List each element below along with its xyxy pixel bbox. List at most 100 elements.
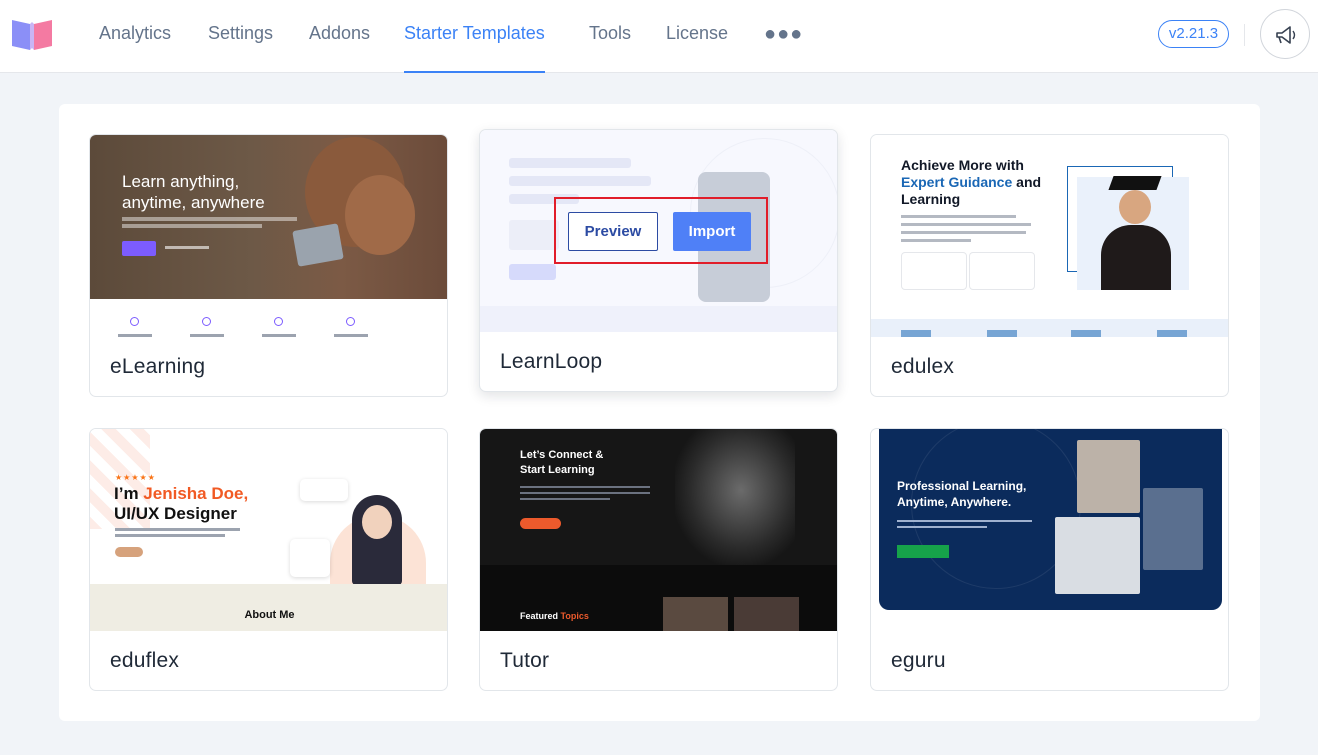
preview-button[interactable]: Preview [568, 212, 658, 251]
template-title: edulex [891, 355, 955, 378]
template-card-eguru[interactable]: Professional Learning, Anytime, Anywhere… [870, 428, 1229, 691]
about-section [90, 584, 447, 631]
nav-settings[interactable]: Settings [208, 0, 273, 73]
template-thumbnail[interactable]: Learn anything, anytime, anywhere [90, 135, 447, 337]
stat-value [1071, 330, 1101, 337]
featured-prefix: Featured [520, 611, 561, 621]
info-card [969, 252, 1035, 290]
stat-pill [300, 479, 348, 501]
blurred-button [509, 264, 556, 280]
thumbnail-text-line [901, 231, 1026, 234]
feature-icon [274, 317, 283, 326]
template-card-eduflex[interactable]: ★★★★★ I’m Jenisha Doe, UI/UX Designer Ab… [89, 428, 448, 691]
graduation-cap [1108, 176, 1162, 190]
rating-stars: ★★★★★ [115, 473, 156, 482]
feature-label [262, 334, 296, 337]
stat-value [901, 330, 931, 337]
headline-part: I’m [114, 484, 144, 503]
nav-tools[interactable]: Tools [589, 0, 631, 73]
feature-label [118, 334, 152, 337]
nav-addons[interactable]: Addons [309, 0, 370, 73]
template-thumbnail[interactable]: Professional Learning, Anytime, Anywhere… [871, 429, 1228, 631]
headline-part: UI/UX Designer [114, 504, 237, 523]
feature-icon [130, 317, 139, 326]
template-title: eduflex [110, 649, 180, 672]
portrait-face [362, 505, 392, 539]
thumbnail-text-line [115, 534, 225, 537]
thumbnail-cta-secondary [165, 246, 209, 249]
thumbnail-headline: Learn anything, anytime, anywhere [122, 172, 265, 212]
stat-value [1157, 330, 1187, 337]
topic-photo [734, 597, 799, 631]
template-card-learnloop[interactable]: Preview Import LearnLoop [479, 129, 838, 392]
megaphone-icon [1276, 26, 1296, 44]
thumbnail-text-line [122, 224, 262, 228]
feature-icon [202, 317, 211, 326]
templates-panel: Learn anything, anytime, anywhere eLearn… [59, 104, 1260, 721]
thumbnail-headline: I’m Jenisha Doe, UI/UX Designer [114, 484, 248, 524]
template-title: LearnLoop [500, 350, 603, 373]
feature-icon [346, 317, 355, 326]
info-card [901, 252, 967, 290]
blurred-line [509, 158, 631, 168]
blurred-line [509, 176, 651, 186]
collage-photo [1143, 488, 1203, 570]
template-thumbnail[interactable]: Preview Import [480, 130, 837, 332]
thumbnail-text-line [901, 223, 1031, 226]
graduate-figure [1101, 225, 1171, 290]
feature-label [190, 334, 224, 337]
headline-part: Achieve More with [901, 157, 1024, 173]
collage-photo [1077, 440, 1140, 513]
blurred-strip [480, 306, 837, 332]
headline-accent: Expert Guidance [901, 174, 1013, 190]
avatar-group [115, 547, 143, 557]
headline-accent: Jenisha Doe, [143, 484, 249, 503]
featured-heading: Featured Topics [520, 611, 589, 621]
thumbnail-text-line [897, 520, 1032, 522]
thumbnail-text-line [115, 528, 240, 531]
nav-starter-templates[interactable]: Starter Templates [404, 0, 545, 73]
thumbnail-text-line [901, 215, 1016, 218]
thumbnail-headline: Let’s Connect & Start Learning [520, 449, 604, 476]
featured-accent: Topics [560, 611, 589, 621]
template-thumbnail[interactable]: ★★★★★ I’m Jenisha Doe, UI/UX Designer Ab… [90, 429, 447, 631]
thumbnail-text-line [897, 526, 987, 528]
template-card-edulex[interactable]: Achieve More with Expert Guidance and Le… [870, 134, 1229, 397]
stat-pill [290, 539, 330, 577]
template-card-tutor[interactable]: Let’s Connect & Start Learning Featured … [479, 428, 838, 691]
thumbnail-headline: Professional Learning, Anytime, Anywhere… [897, 479, 1027, 509]
nav-analytics[interactable]: Analytics [99, 0, 171, 73]
thumbnail-text-line [901, 239, 971, 242]
blurred-block [509, 220, 559, 250]
nav-license[interactable]: License [666, 0, 728, 73]
template-thumbnail[interactable]: Let’s Connect & Start Learning Featured … [480, 429, 837, 631]
photo-figure [345, 175, 415, 255]
import-button[interactable]: Import [673, 212, 751, 251]
template-thumbnail[interactable]: Achieve More with Expert Guidance and Le… [871, 135, 1228, 337]
top-navigation: Analytics Settings Addons Starter Templa… [0, 0, 1318, 73]
thumbnail-cta [520, 518, 561, 529]
guitarist-photo [675, 429, 795, 565]
thumbnail-text-line [520, 492, 650, 494]
divider [1244, 24, 1245, 46]
template-title: eguru [891, 649, 946, 672]
thumbnail-text-line [122, 217, 297, 221]
graduate-face [1119, 190, 1151, 224]
feature-label [334, 334, 368, 337]
about-section-label: About Me [244, 609, 295, 621]
stat-value [987, 330, 1017, 337]
collage-photo [1055, 517, 1140, 594]
book-logo-icon[interactable] [10, 16, 54, 52]
announcements-button[interactable] [1260, 9, 1310, 59]
more-horizontal-icon[interactable]: ●●● [764, 24, 803, 44]
thumbnail-cta [897, 545, 949, 558]
topic-photo [663, 597, 728, 631]
thumbnail-cta [122, 241, 156, 256]
thumbnail-text-line [520, 486, 650, 488]
template-card-elearning[interactable]: Learn anything, anytime, anywhere eLearn… [89, 134, 448, 397]
version-badge: v2.21.3 [1158, 20, 1229, 48]
template-title: eLearning [110, 355, 206, 378]
template-title: Tutor [500, 649, 550, 672]
thumbnail-text-line [520, 498, 610, 500]
thumbnail-headline: Achieve More with Expert Guidance and Le… [901, 157, 1051, 208]
